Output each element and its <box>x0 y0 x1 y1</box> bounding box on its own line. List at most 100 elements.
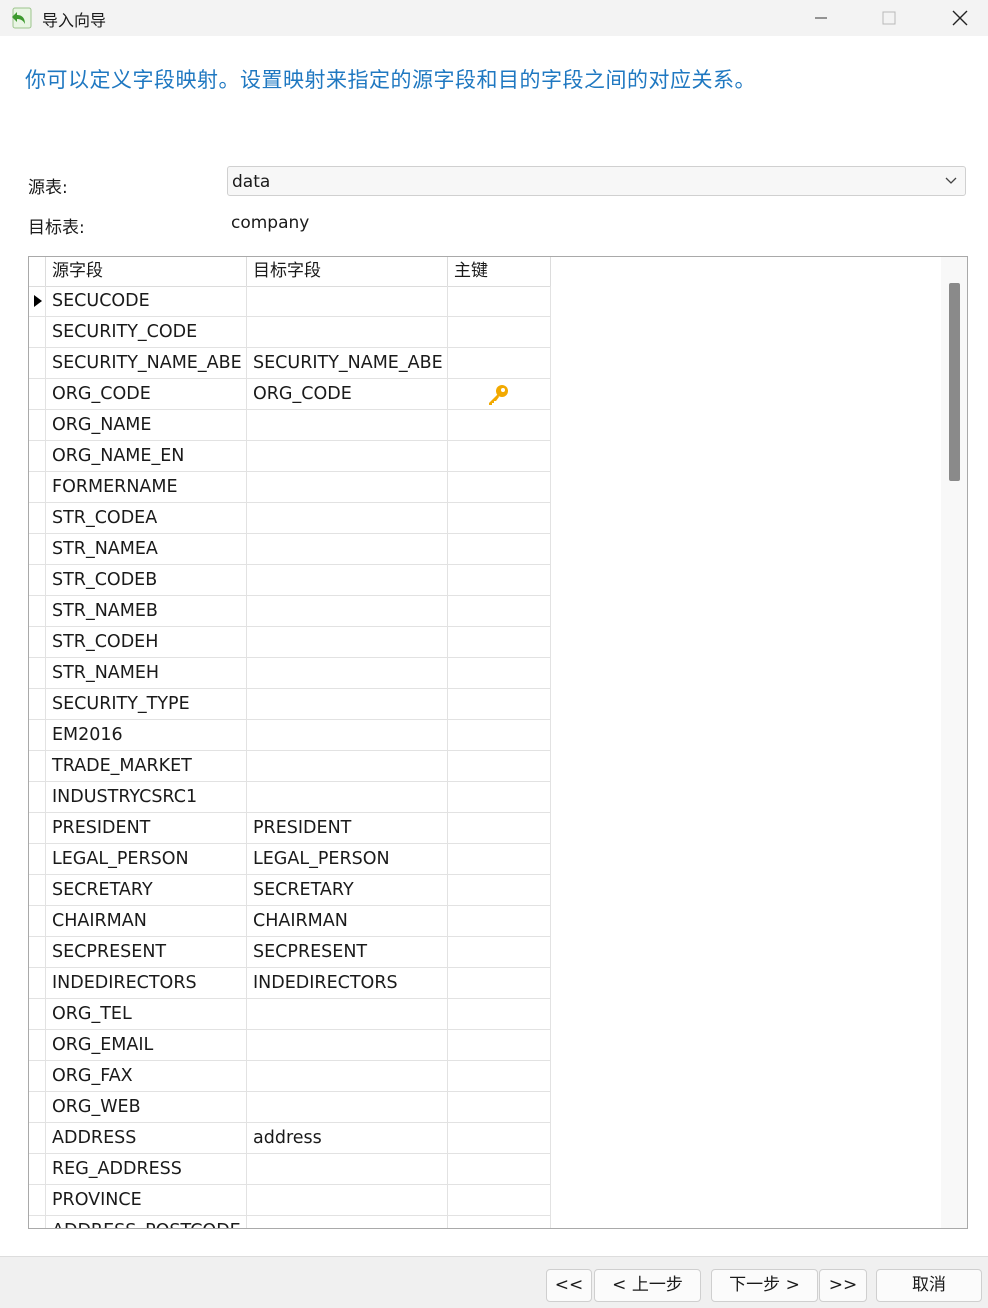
table-row[interactable]: STR_CODEA <box>29 503 551 534</box>
source-field-cell[interactable]: TRADE_MARKET <box>46 751 247 781</box>
primary-key-cell[interactable] <box>448 1154 551 1184</box>
primary-key-cell[interactable] <box>448 317 551 347</box>
target-field-cell[interactable] <box>247 1030 448 1060</box>
target-field-cell[interactable] <box>247 1216 448 1228</box>
table-row[interactable]: SECURITY_CODE <box>29 317 551 348</box>
table-row[interactable]: ORG_EMAIL <box>29 1030 551 1061</box>
table-row[interactable]: STR_CODEH <box>29 627 551 658</box>
column-header-primary-key[interactable]: 主键 <box>448 257 551 286</box>
source-table-select[interactable]: data <box>227 166 966 196</box>
table-row[interactable]: PRESIDENT PRESIDENT <box>29 813 551 844</box>
source-field-cell[interactable]: SECURITY_NAME_ABE <box>46 348 247 378</box>
table-row[interactable]: STR_NAMEA <box>29 534 551 565</box>
table-row[interactable]: STR_NAMEB <box>29 596 551 627</box>
table-row[interactable]: FORMERNAME <box>29 472 551 503</box>
table-row[interactable]: PROVINCE <box>29 1185 551 1216</box>
primary-key-cell[interactable] <box>448 1185 551 1215</box>
target-field-cell[interactable] <box>247 503 448 533</box>
primary-key-cell[interactable] <box>448 658 551 688</box>
source-field-cell[interactable]: SECUCODE <box>46 286 247 316</box>
target-field-cell[interactable] <box>247 1061 448 1091</box>
target-field-cell[interactable] <box>247 658 448 688</box>
table-row[interactable]: LEGAL_PERSON LEGAL_PERSON <box>29 844 551 875</box>
target-field-cell[interactable]: PRESIDENT <box>247 813 448 843</box>
source-field-cell[interactable]: ADDRESS_POSTCODE <box>46 1216 247 1228</box>
target-field-cell[interactable]: SECURITY_NAME_ABE <box>247 348 448 378</box>
target-field-cell[interactable] <box>247 751 448 781</box>
source-field-cell[interactable]: EM2016 <box>46 720 247 750</box>
target-field-cell[interactable] <box>247 534 448 564</box>
primary-key-cell[interactable] <box>448 1123 551 1153</box>
table-row[interactable]: REG_ADDRESS <box>29 1154 551 1185</box>
last-step-button[interactable]: >> <box>819 1269 867 1302</box>
close-button[interactable] <box>937 0 983 36</box>
target-field-cell[interactable]: SECPRESENT <box>247 937 448 967</box>
primary-key-cell[interactable] <box>448 1216 551 1228</box>
source-field-cell[interactable]: CHAIRMAN <box>46 906 247 936</box>
primary-key-cell[interactable] <box>448 906 551 936</box>
source-field-cell[interactable]: STR_CODEA <box>46 503 247 533</box>
vertical-scrollbar[interactable] <box>941 257 967 1228</box>
primary-key-cell[interactable] <box>448 720 551 750</box>
source-field-cell[interactable]: REG_ADDRESS <box>46 1154 247 1184</box>
table-row[interactable]: SECUCODE <box>29 286 551 317</box>
primary-key-cell[interactable] <box>448 627 551 657</box>
field-mapping-grid[interactable]: 源字段 目标字段 主键 SECUCODE SECURITY_CODE SECURIT… <box>28 256 968 1229</box>
source-field-cell[interactable]: STR_NAMEA <box>46 534 247 564</box>
primary-key-cell[interactable] <box>448 968 551 998</box>
primary-key-cell[interactable] <box>448 782 551 812</box>
target-field-cell[interactable] <box>247 627 448 657</box>
table-row[interactable]: ORG_NAME_EN <box>29 441 551 472</box>
source-field-cell[interactable]: PROVINCE <box>46 1185 247 1215</box>
table-row[interactable]: SECURITY_NAME_ABE SECURITY_NAME_ABE <box>29 348 551 379</box>
next-step-button[interactable]: 下一步 > <box>711 1269 818 1302</box>
source-field-cell[interactable]: STR_NAMEH <box>46 658 247 688</box>
primary-key-cell[interactable] <box>448 503 551 533</box>
primary-key-cell[interactable] <box>448 1061 551 1091</box>
source-field-cell[interactable]: ORG_NAME <box>46 410 247 440</box>
target-field-cell[interactable] <box>247 441 448 471</box>
source-field-cell[interactable]: ORG_FAX <box>46 1061 247 1091</box>
source-field-cell[interactable]: LEGAL_PERSON <box>46 844 247 874</box>
primary-key-cell[interactable] <box>448 596 551 626</box>
primary-key-cell[interactable] <box>448 1030 551 1060</box>
primary-key-cell[interactable] <box>448 751 551 781</box>
source-field-cell[interactable]: ADDRESS <box>46 1123 247 1153</box>
table-row[interactable]: CHAIRMAN CHAIRMAN <box>29 906 551 937</box>
primary-key-cell[interactable] <box>448 441 551 471</box>
primary-key-cell[interactable] <box>448 379 551 409</box>
target-field-cell[interactable]: SECRETARY <box>247 875 448 905</box>
source-field-cell[interactable]: SECURITY_CODE <box>46 317 247 347</box>
table-row[interactable]: ADDRESS_POSTCODE <box>29 1216 551 1228</box>
target-field-cell[interactable] <box>247 1092 448 1122</box>
target-field-cell[interactable] <box>247 1154 448 1184</box>
source-field-cell[interactable]: STR_CODEB <box>46 565 247 595</box>
source-field-cell[interactable]: ORG_TEL <box>46 999 247 1029</box>
primary-key-cell[interactable] <box>448 410 551 440</box>
table-row[interactable]: ORG_FAX <box>29 1061 551 1092</box>
primary-key-cell[interactable] <box>448 689 551 719</box>
first-step-button[interactable]: << <box>546 1269 592 1302</box>
table-row[interactable]: INDEDIRECTORS INDEDIRECTORS <box>29 968 551 999</box>
target-field-cell[interactable] <box>247 565 448 595</box>
target-field-cell[interactable]: address <box>247 1123 448 1153</box>
source-field-cell[interactable]: ORG_WEB <box>46 1092 247 1122</box>
primary-key-cell[interactable] <box>448 534 551 564</box>
target-field-cell[interactable] <box>247 720 448 750</box>
primary-key-cell[interactable] <box>448 999 551 1029</box>
table-row[interactable]: ADDRESS address <box>29 1123 551 1154</box>
source-field-cell[interactable]: STR_CODEH <box>46 627 247 657</box>
source-field-cell[interactable]: SECURITY_TYPE <box>46 689 247 719</box>
target-field-cell[interactable] <box>247 317 448 347</box>
primary-key-cell[interactable] <box>448 875 551 905</box>
target-field-cell[interactable] <box>247 999 448 1029</box>
source-field-cell[interactable]: INDEDIRECTORS <box>46 968 247 998</box>
source-field-cell[interactable]: ORG_EMAIL <box>46 1030 247 1060</box>
target-field-cell[interactable] <box>247 596 448 626</box>
target-field-cell[interactable]: LEGAL_PERSON <box>247 844 448 874</box>
target-field-cell[interactable] <box>247 410 448 440</box>
primary-key-cell[interactable] <box>448 844 551 874</box>
table-row[interactable]: ORG_NAME <box>29 410 551 441</box>
table-row[interactable]: SECURITY_TYPE <box>29 689 551 720</box>
table-row[interactable]: ORG_WEB <box>29 1092 551 1123</box>
